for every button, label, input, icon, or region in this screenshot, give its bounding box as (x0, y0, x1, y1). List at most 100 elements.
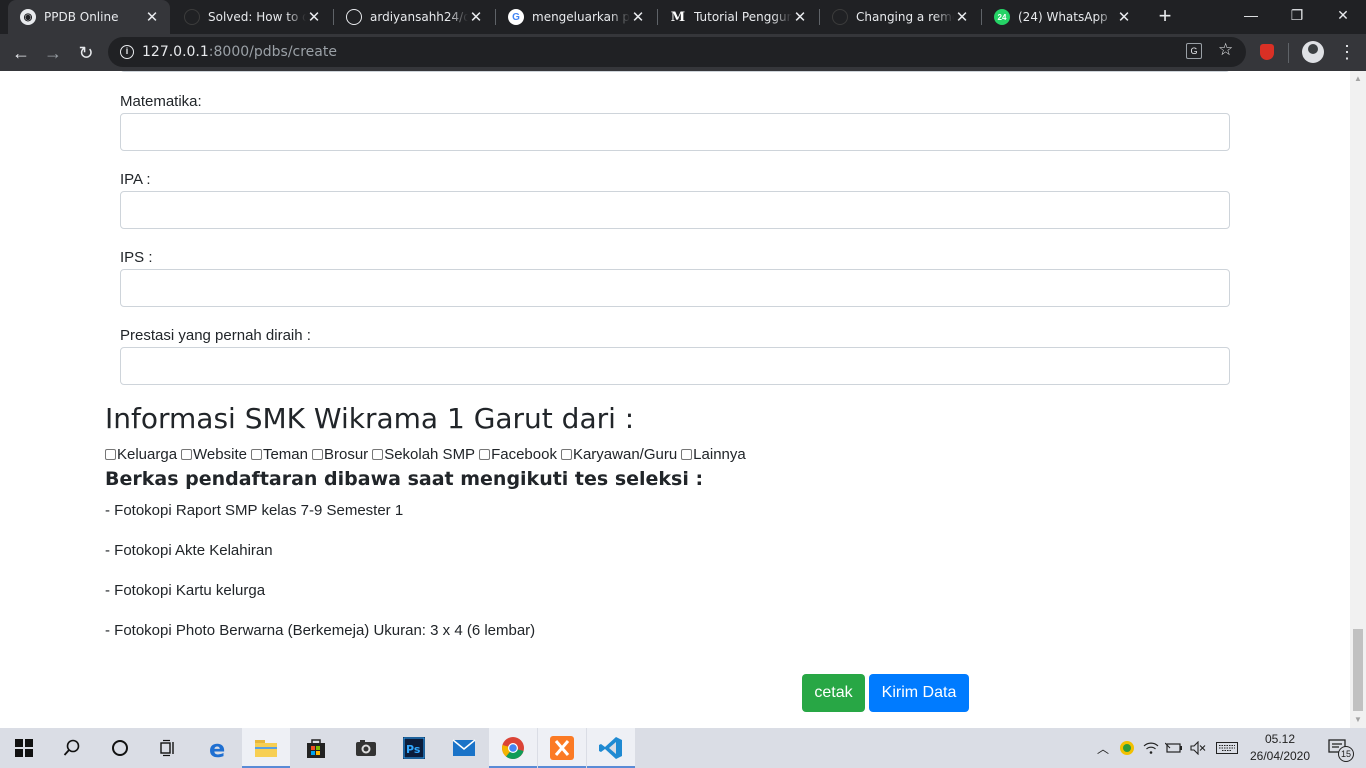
matematika-input[interactable] (120, 113, 1230, 151)
checkbox-box[interactable] (681, 448, 693, 460)
chevron-up-icon: ︿ (1096, 741, 1109, 756)
checkbox-facebook[interactable]: Facebook (479, 446, 557, 463)
google-icon: G (508, 9, 524, 25)
tab-changing-remote[interactable]: Changing a remote ✕ (820, 0, 980, 34)
checkbox-label: Keluarga (117, 445, 178, 463)
close-tab-icon[interactable]: ✕ (144, 8, 160, 26)
clock-date: 26/04/2020 (1249, 749, 1311, 763)
translate-icon[interactable]: G (1186, 43, 1202, 59)
new-tab-button[interactable]: + (1153, 4, 1177, 28)
site-info-icon[interactable]: i (120, 45, 134, 59)
close-tab-icon[interactable]: ✕ (1116, 8, 1132, 26)
checkbox-lainnya[interactable]: Lainnya (681, 446, 746, 463)
prestasi-label: Prestasi yang pernah diraih : (120, 327, 311, 344)
search-button[interactable] (48, 728, 96, 768)
checkbox-keluarga[interactable]: Keluarga (105, 446, 177, 463)
close-tab-icon[interactable]: ✕ (792, 8, 808, 26)
url-text[interactable]: 127.0.0.1:8000/pdbs/create (142, 44, 337, 60)
previous-input-field[interactable] (120, 71, 1230, 72)
task-view-button[interactable] (144, 728, 192, 768)
cetak-button[interactable]: cetak (802, 674, 865, 712)
github-icon (184, 9, 200, 25)
wifi-button[interactable] (1141, 728, 1161, 768)
close-tab-icon[interactable]: ✕ (468, 8, 484, 26)
taskbar-mail[interactable] (440, 728, 488, 768)
checkbox-box[interactable] (105, 448, 116, 460)
close-tab-icon[interactable]: ✕ (630, 8, 646, 26)
taskbar-photoshop[interactable]: Ps (390, 728, 438, 768)
mail-icon (452, 739, 476, 756)
action-center-button[interactable]: 15 (1318, 728, 1358, 768)
tab-tutorial[interactable]: M Tutorial Penggunaa ✕ (658, 0, 818, 34)
checkbox-website[interactable]: Website (181, 446, 247, 463)
taskbar-file-explorer[interactable] (242, 728, 290, 768)
taskbar-clock[interactable]: 05.12 26/04/2020 (1244, 731, 1316, 765)
checkbox-teman[interactable]: Teman (250, 446, 308, 463)
medium-icon: M (670, 9, 686, 25)
tab-ardiyansahh[interactable]: ardiyansahh24/dat ✕ (334, 0, 494, 34)
prestasi-input[interactable] (120, 347, 1230, 385)
info-heading: Informasi SMK Wikrama 1 Garut dari : (105, 402, 635, 435)
checkbox-brosur[interactable]: Brosur (312, 446, 368, 463)
show-hidden-icons-button[interactable]: ︿ (1093, 728, 1113, 768)
scroll-down-icon[interactable]: ▼ (1353, 715, 1363, 725)
folder-icon (255, 740, 277, 757)
forward-button[interactable]: → (40, 40, 66, 66)
search-icon (63, 739, 80, 756)
ipa-input[interactable] (120, 191, 1230, 229)
chrome-menu-icon[interactable]: ⋮ (1338, 39, 1356, 65)
windows-logo-icon (15, 739, 33, 757)
checkbox-karyawan-guru[interactable]: Karyawan/Guru (560, 446, 677, 463)
checkbox-box[interactable] (479, 448, 491, 460)
address-bar[interactable]: i 127.0.0.1:8000/pdbs/create G ☆ (108, 37, 1246, 67)
avatar-head (1308, 44, 1318, 54)
restore-button[interactable]: ❐ (1274, 0, 1320, 30)
cortana-button[interactable] (96, 728, 144, 768)
tab-title: Tutorial Penggunaa (694, 10, 792, 24)
taskbar-store[interactable] (292, 728, 340, 768)
extension-shield-icon[interactable] (1260, 44, 1274, 60)
photoshop-icon: Ps (403, 737, 425, 759)
profile-avatar[interactable] (1302, 41, 1324, 63)
checkbox-sekolah-smp[interactable]: Sekolah SMP (372, 446, 475, 463)
taskbar-chrome[interactable] (489, 728, 537, 768)
start-button[interactable] (0, 728, 48, 768)
wifi-icon (1143, 742, 1159, 754)
taskbar-vscode[interactable] (587, 728, 635, 768)
bookmark-star-icon[interactable]: ☆ (1218, 40, 1233, 60)
tab-ppdb-online[interactable]: ◉ PPDB Online ✕ (8, 0, 170, 34)
scrollbar-thumb[interactable] (1353, 629, 1363, 711)
taskbar-xampp[interactable] (538, 728, 586, 768)
kirim-data-button[interactable]: Kirim Data (869, 674, 969, 712)
page-content: Matematika: IPA : IPS : Prestasi yang pe… (0, 71, 1350, 728)
minimize-button[interactable]: — (1228, 0, 1274, 30)
page-scrollbar[interactable]: ▲ ▼ (1350, 71, 1366, 728)
checkbox-box[interactable] (372, 448, 384, 460)
battery-button[interactable] (1163, 728, 1185, 768)
tab-whatsapp[interactable]: 24 (24) WhatsApp ✕ (982, 0, 1142, 34)
back-button[interactable]: ← (8, 40, 34, 66)
github-icon (832, 9, 848, 25)
volume-button[interactable] (1187, 728, 1209, 768)
tab-title: ardiyansahh24/dat (370, 10, 468, 24)
checkbox-label: Website (193, 445, 247, 463)
close-window-button[interactable]: ✕ (1320, 0, 1366, 30)
tab-mengeluarkan[interactable]: G mengeluarkan pro ✕ (496, 0, 656, 34)
close-tab-icon[interactable]: ✕ (306, 8, 322, 26)
checkbox-box[interactable] (250, 448, 262, 460)
reload-button[interactable]: ↻ (73, 40, 99, 66)
taskbar-camera-app[interactable] (342, 728, 390, 768)
checkbox-box[interactable] (560, 448, 572, 460)
checkbox-box[interactable] (181, 448, 193, 460)
keyboard-button[interactable] (1212, 728, 1242, 768)
ips-input[interactable] (120, 269, 1230, 307)
berkas-item: - Fotokopi Raport SMP kelas 7-9 Semester… (105, 502, 404, 519)
scroll-up-icon[interactable]: ▲ (1353, 74, 1363, 84)
checkbox-box[interactable] (312, 448, 323, 460)
taskbar-edge[interactable]: e (194, 728, 242, 768)
berkas-heading: Berkas pendaftaran dibawa saat mengikuti… (105, 468, 704, 490)
volume-muted-icon (1190, 741, 1206, 755)
tab-solved[interactable]: Solved: How to de ✕ (172, 0, 332, 34)
close-tab-icon[interactable]: ✕ (954, 8, 970, 26)
tray-app-icon[interactable] (1117, 728, 1137, 768)
